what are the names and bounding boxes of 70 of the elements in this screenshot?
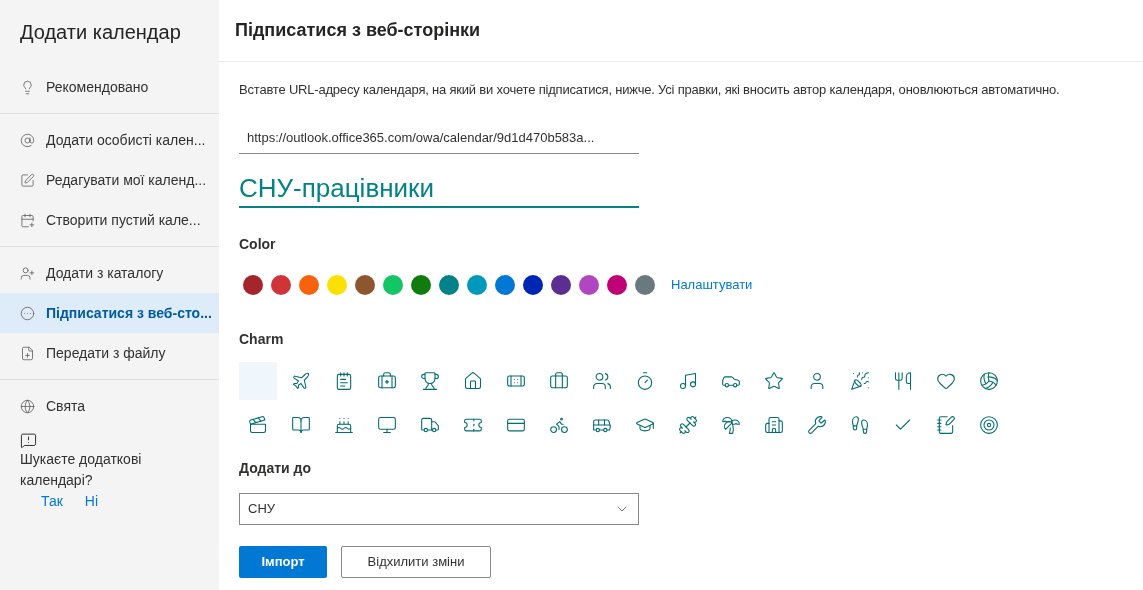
briefcase-icon [549, 370, 569, 391]
building-icon [764, 414, 784, 435]
globe-icon [20, 398, 35, 414]
yes-link[interactable]: Так [41, 491, 63, 512]
wrench-icon [807, 414, 827, 435]
sidebar-item[interactable]: Рекомендовано [0, 67, 219, 107]
color-swatch[interactable] [607, 274, 627, 295]
party-icon [850, 370, 870, 391]
file-add-icon [20, 345, 35, 361]
edit-icon [20, 172, 35, 188]
color-swatch[interactable] [635, 274, 655, 295]
color-swatch[interactable] [467, 274, 487, 295]
color-swatch[interactable] [327, 274, 347, 295]
description-text: Вставте URL-адресу календаря, на який ви хочете підписатися, нижче. Усі правки, які вносить автор календаря, оновлюються автоматично. [239, 81, 1061, 99]
color-swatch[interactable] [271, 274, 291, 295]
sidebar-item[interactable]: Створити пустий кале... [0, 200, 219, 240]
ellipsis-circle-icon [20, 305, 35, 321]
palm-tree-icon [721, 414, 741, 435]
medical-kit-icon [377, 370, 397, 391]
airplane-icon [291, 370, 311, 391]
dumbbell-icon [678, 414, 698, 435]
color-swatch[interactable] [439, 274, 459, 295]
color-swatch[interactable] [299, 274, 319, 295]
notepad-icon [334, 370, 354, 391]
monitor-icon [377, 414, 397, 435]
clapperboard-icon [248, 414, 268, 435]
prompt-text: Шукаєте додаткові календарі? [20, 450, 143, 490]
at-sign-icon [20, 132, 35, 148]
add-to-label: Додати до [239, 458, 312, 478]
sidebar-item[interactable]: Підписатися з веб-сто... [0, 293, 219, 333]
charm-label: Charm [239, 329, 285, 349]
url-field[interactable]: https://outlook.office365.com/owa/calendar/9d1d470b583a... [239, 121, 639, 154]
footprints-icon [850, 414, 870, 435]
discard-button[interactable]: Відхилити зміни [341, 545, 491, 578]
color-swatch[interactable] [495, 274, 515, 295]
book-icon [291, 414, 311, 435]
utensils-icon [893, 370, 913, 391]
sidebar-item[interactable]: Передати з файлу [0, 333, 219, 373]
trophy-icon [420, 370, 440, 391]
ball-icon [979, 370, 999, 391]
star-icon [764, 370, 784, 391]
no-link[interactable]: Ні [84, 491, 99, 512]
sidebar-item[interactable]: Редагувати мої календ... [0, 160, 219, 200]
calendar-dropdown[interactable]: СНУ [239, 492, 639, 525]
color-swatch[interactable] [355, 274, 375, 295]
calendar-name-field[interactable]: СНУ-працівники [239, 171, 639, 208]
calendar-add-icon [20, 212, 35, 228]
color-swatch[interactable] [383, 274, 403, 295]
color-swatch[interactable] [411, 274, 431, 295]
stopwatch-icon [635, 370, 655, 391]
color-swatch[interactable] [243, 274, 263, 295]
page-title: Підписатися з веб-сторінки [235, 19, 481, 42]
sidebar-item[interactable]: Додати особисті кален... [0, 120, 219, 160]
sidebar-item[interactable]: Свята [0, 386, 219, 426]
music-note-icon [678, 370, 698, 391]
color-label: Color [239, 234, 277, 254]
color-swatch[interactable] [523, 274, 543, 295]
customize-link[interactable]: Налаштувати [671, 274, 753, 295]
home-icon [463, 370, 483, 391]
import-button[interactable]: Імпорт [239, 545, 327, 578]
lightbulb-icon [20, 79, 35, 95]
color-swatch[interactable] [579, 274, 599, 295]
color-swatch[interactable] [551, 274, 571, 295]
notebook-pen-icon [936, 414, 956, 435]
sidebar-item[interactable]: Додати з каталогу [0, 253, 219, 293]
people-icon [20, 265, 35, 281]
target-icon [979, 414, 999, 435]
feedback-icon [20, 432, 37, 449]
sidebar-title: Додати календар [19, 20, 182, 45]
people-icon [592, 370, 612, 391]
